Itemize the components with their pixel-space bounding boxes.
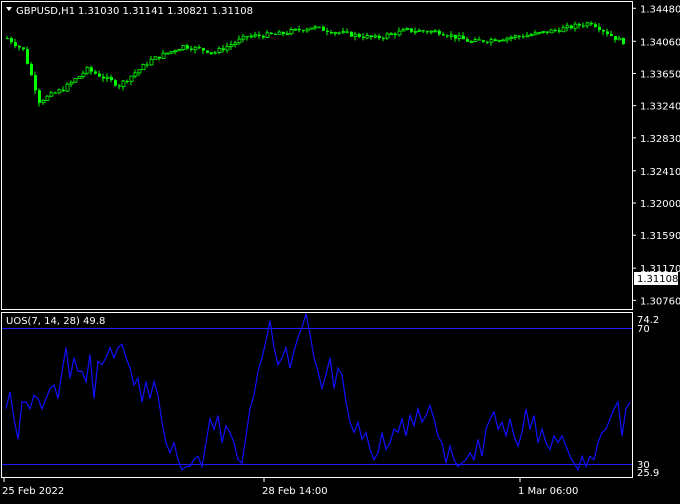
- indicator-level-70-label: 70: [637, 324, 650, 335]
- price-chart-canvas[interactable]: 1.34480 1.34060 1.33650 1.33240 1.32830 1.324…: [0, 0, 680, 500]
- price-tick-label: 1.32410: [640, 167, 680, 178]
- candle: [65, 82, 70, 93]
- candle: [77, 75, 82, 80]
- candle: [165, 52, 170, 55]
- time-tick-label: 25 Feb 2022: [2, 486, 64, 497]
- candle: [85, 66, 90, 75]
- ohlc-values: 1.31030 1.31141 1.30821 1.31108: [78, 6, 253, 17]
- price-tick-label: 1.33240: [640, 102, 680, 113]
- indicator-title: UOS(7, 14, 28) 49.8: [6, 316, 105, 327]
- price-tick-label: 1.32830: [640, 134, 680, 145]
- price-tick-label: 1.34480: [640, 4, 680, 15]
- current-price-label: 1.31108: [637, 274, 678, 285]
- price-tick-label: 1.31590: [640, 231, 680, 242]
- candle: [30, 61, 33, 76]
- time-tick-label: 28 Feb 14:00: [262, 486, 328, 497]
- symbol-header[interactable]: GBPUSD,H1 1.31030 1.31141 1.30821 1.3110…: [6, 6, 253, 17]
- candle: [309, 27, 314, 30]
- candle: [26, 46, 29, 65]
- price-tick-label: 1.32000: [640, 199, 680, 210]
- chart-window[interactable]: 1.34480 1.34060 1.33650 1.33240 1.32830 1.324…: [0, 0, 680, 500]
- price-tick-label: 1.33650: [640, 69, 680, 80]
- time-tick-label: 1 Mar 06:00: [518, 486, 578, 497]
- price-tick-label: 1.30760: [640, 296, 680, 307]
- symbol-label: GBPUSD,H1: [16, 6, 75, 17]
- candle: [141, 63, 146, 71]
- candle: [45, 95, 50, 102]
- price-tick-label: 1.34060: [640, 37, 680, 48]
- candle: [153, 56, 158, 60]
- candle: [73, 78, 78, 84]
- candle: [350, 31, 353, 38]
- current-price-tag: 1.31108: [634, 272, 678, 285]
- candle: [177, 48, 182, 52]
- indicator-min-label: 25.9: [637, 468, 659, 479]
